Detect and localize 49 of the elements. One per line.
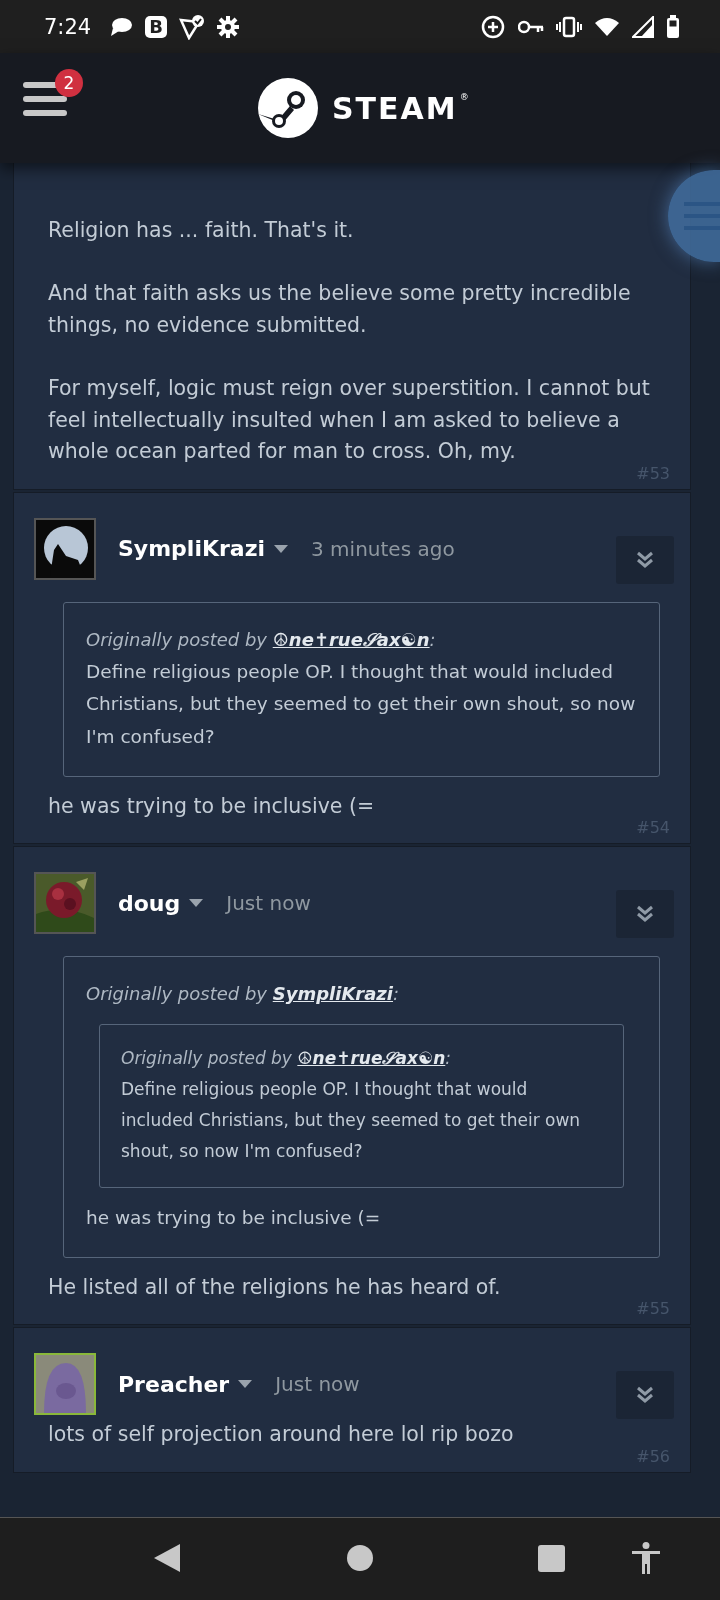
logo-text[interactable]: STEAM [332,90,458,126]
gear-icon [217,15,240,38]
home-icon[interactable] [347,1545,373,1571]
accessibility-icon[interactable] [632,1542,660,1574]
app-icon: B [145,15,168,38]
username[interactable]: SympliKrazi [118,536,266,562]
data-saver-icon [480,13,506,40]
collapse-button[interactable] [616,535,674,584]
key-icon [518,19,544,34]
double-chevron-icon [636,905,654,924]
clock: 7:24 [44,14,92,39]
funnel-check-icon [179,13,206,40]
double-chevron-icon [636,550,654,569]
post-text: And that faith asks us the believe some pretty incredible things, no evidence submitted. [48,280,632,339]
vibrate-icon [556,15,582,38]
chat-bubble-icon [109,15,134,38]
collapse-button[interactable] [616,890,674,939]
user-link[interactable]: SympliKrazi [272,983,393,1005]
dropdown-caret-icon[interactable] [237,1379,254,1390]
back-icon[interactable] [154,1544,180,1572]
post-text: Religion has ... faith. That's it. [48,217,355,244]
quote-attribution: Originally posted by ☮ne✝rue𝒮ax☯n: [121,1047,452,1071]
dropdown-caret-icon[interactable] [273,543,290,554]
post-text: He listed all of the religions he has heard of. [48,1273,502,1301]
user-link[interactable]: ☮ne✝rue𝒮ax☯n [297,1048,446,1069]
recents-icon[interactable] [538,1544,565,1572]
post-time: 3 minutes ago [311,536,455,561]
user-link[interactable]: ☮ne✝rue𝒮ax☯n [272,628,430,650]
username[interactable]: doug [118,890,181,916]
quote-attribution: Originally posted by ☮ne✝rue𝒮ax☯n: [86,627,437,652]
post-time: Just now [275,1372,360,1397]
notification-badge: 2 [55,69,83,97]
quote-text: Define religious people OP. I thought that would included Christians, but they seemed to get their own shout, so now I'm confused? [121,1078,582,1164]
post-text: lots of self projection around here lol rip bozo [48,1421,515,1449]
battery-icon [666,14,680,39]
trademark-sign: ® [459,92,469,102]
signal-icon [632,15,654,38]
post-time: Just now [226,891,311,916]
steam-logo-icon[interactable] [258,78,318,138]
username[interactable]: Preacher [118,1371,230,1397]
post-text: he was trying to be inclusive (= [48,792,376,820]
post-text: For myself, logic must reign over superstition. I cannot but feel intellectually insulted when I am asked to believe a whole ocean parted for man to cross. Oh, my. [48,374,651,466]
wifi-icon [594,16,620,37]
quote-text: Define religious people OP. I thought that would included Christians, but they seemed to get their own shout, so now I'm confused? [86,659,637,749]
dropdown-caret-icon[interactable] [188,898,205,909]
quote-text: he was trying to be inclusive (= [86,1206,382,1231]
collapse-button[interactable] [616,1371,674,1420]
double-chevron-icon [636,1386,654,1405]
quote-attribution: Originally posted by SympliKrazi: [86,982,401,1007]
